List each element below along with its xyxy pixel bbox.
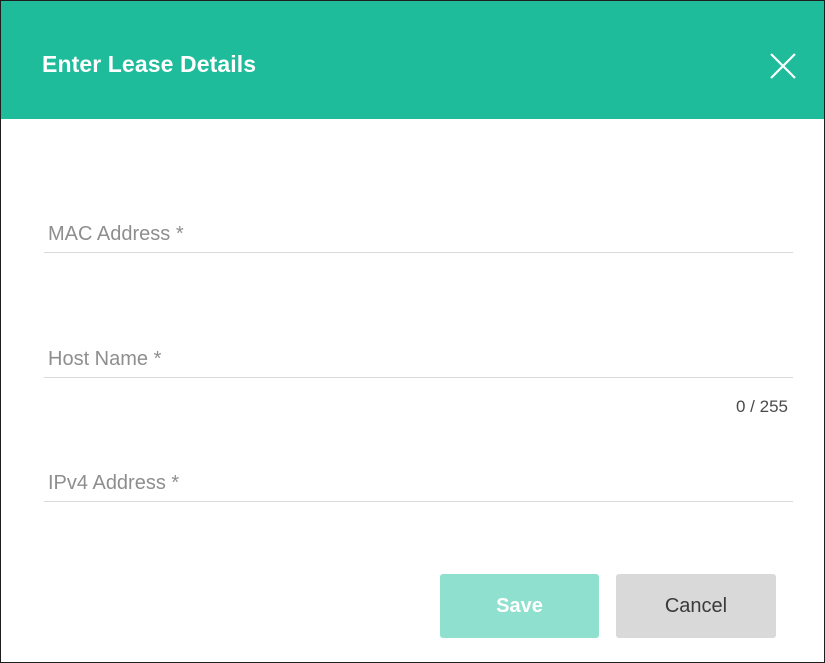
host-name-underline	[44, 377, 793, 378]
mac-address-underline	[44, 252, 793, 253]
host-name-input[interactable]	[44, 348, 797, 380]
mac-address-input[interactable]	[44, 223, 797, 255]
ipv4-address-underline	[44, 501, 793, 502]
mac-address-field[interactable]: MAC Address *	[44, 223, 797, 255]
save-button[interactable]: Save	[440, 574, 599, 638]
host-name-field[interactable]: Host Name *	[44, 348, 797, 380]
lease-dialog: Enter Lease Details MAC Address * Host N…	[0, 0, 825, 663]
cancel-button[interactable]: Cancel	[616, 574, 776, 638]
host-name-char-counter: 0 / 255	[736, 397, 788, 416]
dialog-header: Enter Lease Details	[1, 1, 824, 119]
ipv4-address-input[interactable]	[44, 472, 797, 504]
ipv4-address-field[interactable]: IPv4 Address *	[44, 472, 797, 504]
dialog-title: Enter Lease Details	[42, 51, 257, 77]
close-button[interactable]	[768, 51, 798, 81]
close-icon	[770, 53, 796, 79]
